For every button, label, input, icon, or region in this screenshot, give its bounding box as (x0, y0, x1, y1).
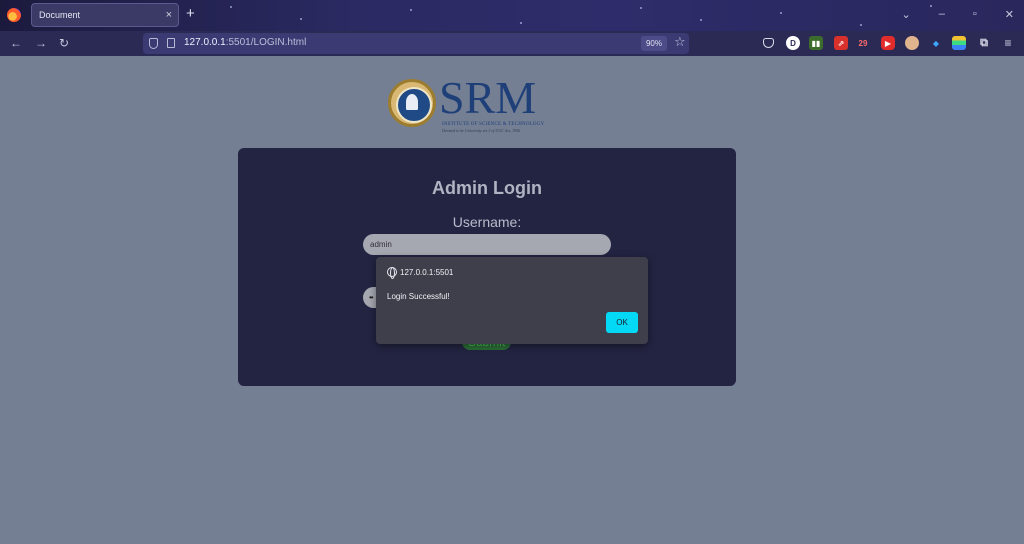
extension-d-icon[interactable]: D (786, 36, 800, 50)
minimize-icon[interactable]: – (939, 8, 945, 21)
url-bar[interactable]: 127.0.0.1:5501/LOGIN.html 90% ☆ (143, 33, 689, 54)
logo-subtitle: INSTITUTE OF SCIENCE & TECHNOLOGY (442, 122, 545, 127)
avatar-extension-icon[interactable] (905, 36, 919, 50)
youtube-icon[interactable]: ▶ (881, 36, 895, 50)
tab-title: Document (39, 10, 81, 20)
extension-count-badge[interactable]: 29 (856, 36, 870, 50)
seal-icon (388, 79, 436, 127)
url-text[interactable]: 127.0.0.1:5501/LOGIN.html (184, 37, 306, 48)
extensions-icon[interactable]: ⧉ (977, 36, 991, 50)
username-field[interactable]: admin (363, 234, 611, 255)
reload-icon[interactable]: ↻ (59, 37, 69, 49)
alert-dialog: 127.0.0.1:5501 Login Successful! OK (376, 257, 648, 344)
dialog-origin: 127.0.0.1:5501 (400, 268, 454, 277)
tab-strip: Document × + ⌄ – ▫ ✕ (0, 0, 1024, 31)
menu-icon[interactable]: ≡ (1001, 36, 1015, 50)
chevron-down-icon[interactable]: ⌄ (902, 8, 911, 21)
window-controls: ⌄ – ▫ ✕ (902, 8, 1014, 21)
globe-icon (387, 267, 397, 279)
page-title: Admin Login (432, 178, 542, 198)
maximize-icon[interactable]: ▫ (973, 8, 977, 21)
logo-tagline: Deemed to be University u/s 3 of UGC Act… (442, 128, 521, 133)
srm-logo: SRM INSTITUTE OF SCIENCE & TECHNOLOGY De… (388, 75, 548, 135)
dialog-message: Login Successful! (387, 292, 450, 301)
new-tab-button[interactable]: + (186, 6, 195, 22)
diamond-icon[interactable]: ◆ (929, 36, 943, 50)
extension-bars-icon[interactable]: ▮▮ (809, 36, 823, 50)
extension-stripes-icon[interactable] (952, 36, 966, 50)
back-icon[interactable]: ← (10, 37, 22, 49)
extension-red-icon[interactable]: ⇗ (834, 36, 848, 50)
pocket-icon[interactable] (763, 38, 774, 48)
zoom-level[interactable]: 90% (641, 36, 667, 51)
shield-icon[interactable] (149, 38, 158, 49)
window-close-icon[interactable]: ✕ (1005, 8, 1014, 21)
navigation-bar: ← → ↻ 127.0.0.1:5501/LOGIN.html 90% ☆ D … (0, 31, 1024, 56)
star-icon[interactable]: ☆ (674, 34, 686, 50)
tab-document[interactable]: Document × (31, 3, 179, 27)
username-label: Username: (452, 214, 522, 230)
ok-button[interactable]: OK (606, 312, 638, 333)
logo-text: SRM (439, 72, 537, 123)
page-icon[interactable] (167, 38, 175, 48)
forward-icon[interactable]: → (35, 37, 47, 49)
firefox-icon[interactable] (7, 8, 21, 22)
close-icon[interactable]: × (166, 9, 172, 21)
